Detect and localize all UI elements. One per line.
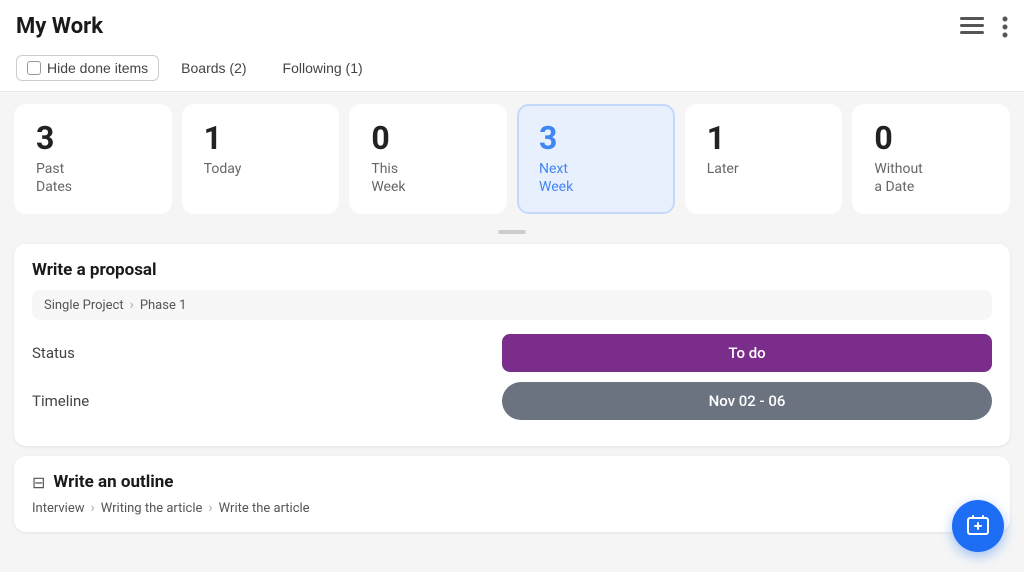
scroll-dot (498, 230, 526, 234)
timeline-badge[interactable]: Nov 02 - 06 (502, 382, 992, 420)
stat-number-today: 1 (204, 122, 318, 154)
boards-button[interactable]: Boards (2) (167, 56, 260, 80)
task2-breadcrumb-1: Interview (32, 501, 85, 516)
checkbox-icon (27, 61, 41, 75)
task2-breadcrumb-2: Writing the article (101, 501, 203, 516)
task2-breadcrumb-3: Write the article (219, 501, 310, 516)
toolbar: Hide done items Boards (2) Following (1) (0, 49, 1024, 92)
stat-card-past-dates[interactable]: 3 Past Dates (14, 104, 172, 214)
task2-header: ⊟ Write an outline (32, 472, 992, 492)
task2-sep-2: › (208, 500, 212, 516)
timeline-label: Timeline (32, 392, 89, 410)
breadcrumb-item-1: Single Project (44, 298, 124, 313)
task2-sep-1: › (91, 500, 95, 516)
page-title: My Work (16, 14, 103, 39)
stat-number-later: 1 (707, 122, 821, 154)
hide-done-button[interactable]: Hide done items (16, 55, 159, 81)
lines-icon[interactable] (960, 17, 984, 37)
task2-breadcrumb: Interview › Writing the article › Write … (32, 500, 992, 516)
more-icon[interactable] (1002, 16, 1008, 38)
stat-number-without-date: 0 (874, 122, 988, 154)
header-actions (960, 16, 1008, 38)
scroll-indicator (0, 226, 1024, 234)
task-timeline-row: Timeline Nov 02 - 06 (32, 382, 992, 420)
stat-label-this-week: This Week (371, 160, 485, 196)
following-button[interactable]: Following (1) (269, 56, 377, 80)
breadcrumb-item-2: Phase 1 (140, 298, 187, 313)
stat-label-later: Later (707, 160, 821, 178)
status-badge[interactable]: To do (502, 334, 992, 372)
stat-card-next-week[interactable]: 3 Next Week (517, 104, 675, 214)
task-card-1: Write a proposal Single Project › Phase … (14, 244, 1010, 446)
stat-label-past-dates: Past Dates (36, 160, 150, 196)
header: My Work (0, 0, 1024, 49)
stat-number-next-week: 3 (539, 122, 653, 154)
task-status-row: Status To do (32, 334, 992, 372)
hide-done-label: Hide done items (47, 60, 148, 76)
task-card-2: ⊟ Write an outline Interview › Writing t… (14, 456, 1010, 532)
task-title-1: Write a proposal (32, 260, 992, 280)
stat-label-next-week: Next Week (539, 160, 653, 196)
status-label: Status (32, 344, 75, 362)
task-breadcrumb-1: Single Project › Phase 1 (32, 290, 992, 320)
task2-icon: ⊟ (32, 473, 45, 492)
stat-card-this-week[interactable]: 0 This Week (349, 104, 507, 214)
breadcrumb-sep-1: › (130, 297, 134, 313)
fab-button[interactable] (952, 500, 1004, 552)
stat-card-later[interactable]: 1 Later (685, 104, 843, 214)
stat-number-past-dates: 3 (36, 122, 150, 154)
content: Write a proposal Single Project › Phase … (0, 234, 1024, 561)
stat-number-this-week: 0 (371, 122, 485, 154)
stat-card-without-date[interactable]: 0 Without a Date (852, 104, 1010, 214)
stats-row: 3 Past Dates 1 Today 0 This Week 3 Next Week 1 La… (0, 92, 1024, 226)
stat-label-today: Today (204, 160, 318, 178)
task2-title: Write an outline (53, 472, 173, 492)
stat-label-without-date: Without a Date (874, 160, 988, 196)
stat-card-today[interactable]: 1 Today (182, 104, 340, 214)
